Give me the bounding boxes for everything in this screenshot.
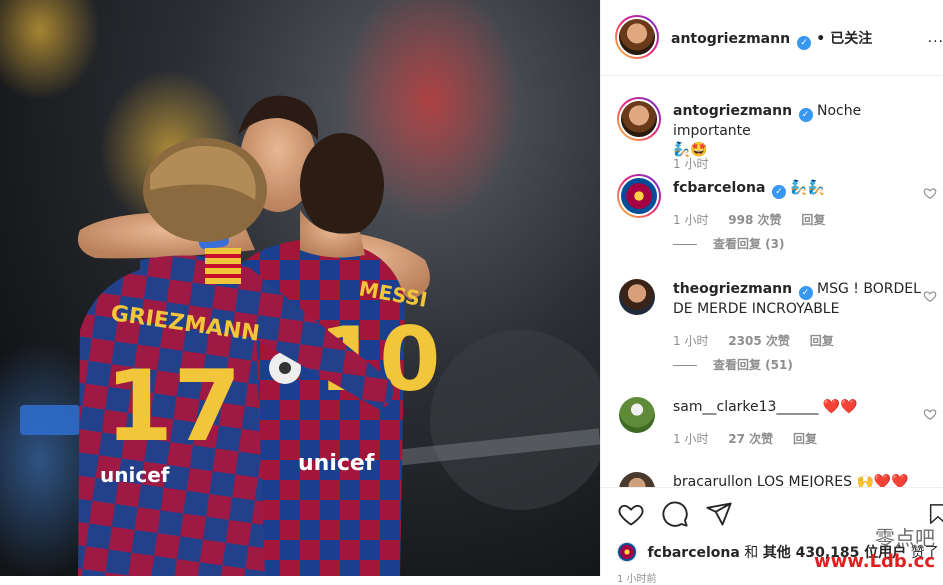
- view-replies-button[interactable]: 查看回复 (51): [673, 356, 793, 373]
- comment-avatar[interactable]: [619, 397, 655, 433]
- comment-text: 🧞🧞: [790, 180, 826, 196]
- post-timestamp[interactable]: 1 小时前: [617, 570, 657, 585]
- verified-badge-icon: ✓: [798, 286, 813, 300]
- instagram-post: 10 MESSI unicef 17 GRIEZMANN unicef anto…: [0, 0, 943, 585]
- share-send-icon[interactable]: [705, 500, 733, 528]
- site-watermark: 零点吧 www.Ldb.cc: [814, 522, 935, 572]
- sponsor-left: unicef: [100, 463, 170, 487]
- watermark-line2: www.Ldb.cc: [814, 551, 935, 572]
- like-heart-icon[interactable]: [617, 500, 645, 528]
- verified-badge-icon: ✓: [771, 185, 786, 199]
- like-comment-heart-icon[interactable]: [923, 186, 937, 200]
- comment-time[interactable]: 1 小时: [673, 432, 708, 446]
- comment-text: LOS MEJORES 🙌❤️❤️: [756, 474, 909, 487]
- post-header: antogriezmann ✓ • 已关注 ...: [601, 0, 943, 76]
- watermark-line1: 零点吧: [875, 526, 935, 550]
- comment-likes[interactable]: 998 次赞: [728, 213, 781, 227]
- author-username[interactable]: antogriezmann: [671, 31, 790, 47]
- replies-divider: [673, 244, 697, 245]
- header-separator: •: [816, 31, 826, 47]
- griezmann-number: 17: [105, 350, 241, 464]
- comments-list[interactable]: antogriezmann ✓ Noche importante 🧞🤩 1 小时…: [601, 77, 943, 487]
- comment-username[interactable]: fcbarcelona: [673, 180, 765, 196]
- comment-time[interactable]: 1 小时: [673, 334, 708, 348]
- post-side-panel: antogriezmann ✓ • 已关注 ... antogriezmann …: [600, 0, 943, 585]
- players-celebration-image: 10 MESSI unicef 17 GRIEZMANN unicef: [0, 0, 600, 576]
- replies-divider: [673, 365, 697, 366]
- liker-username[interactable]: fcbarcelona: [647, 545, 739, 561]
- comment-likes[interactable]: 27 次赞: [728, 432, 773, 446]
- comment-avatar[interactable]: [619, 279, 655, 315]
- comment-item: theogriezmann ✓ MSG ! BORDEL DE MERDE IN…: [617, 277, 937, 377]
- following-button[interactable]: 已关注: [830, 31, 872, 47]
- view-replies-button[interactable]: 查看回复 (3): [673, 235, 785, 252]
- verified-badge-icon: ✓: [798, 108, 813, 122]
- sponsor-right: unicef: [298, 451, 375, 476]
- reply-button[interactable]: 回复: [801, 213, 825, 227]
- comment-text: ❤️❤️: [822, 399, 858, 415]
- likes-conj: 和: [744, 545, 759, 561]
- author-avatar[interactable]: [615, 15, 659, 59]
- comment-item: sam__clarke13______ ❤️❤️ 1 小时 27 次赞 回复: [617, 395, 937, 455]
- caption-time[interactable]: 1 小时: [673, 157, 708, 171]
- comment-time[interactable]: 1 小时: [673, 213, 708, 227]
- reply-button[interactable]: 回复: [810, 334, 834, 348]
- view-replies-label: 查看回复 (51): [713, 358, 793, 372]
- caption-avatar[interactable]: [617, 97, 661, 141]
- comment-bubble-icon[interactable]: [661, 500, 689, 528]
- verified-badge-icon: ✓: [797, 36, 812, 50]
- comment-item: bracarullon LOS MEJORES 🙌❤️❤️: [617, 470, 937, 487]
- comment-avatar[interactable]: [617, 174, 661, 218]
- caption: antogriezmann ✓ Noche importante 🧞🤩 1 小时: [617, 97, 937, 177]
- more-options-icon[interactable]: ...: [928, 30, 943, 46]
- reply-button[interactable]: 回复: [793, 432, 817, 446]
- post-photo[interactable]: 10 MESSI unicef 17 GRIEZMANN unicef: [0, 0, 600, 576]
- comment-username[interactable]: sam__clarke13______: [673, 399, 818, 415]
- comment-item: fcbarcelona ✓ 🧞🧞 1 小时 998 次赞 回复 查看回复 (3): [617, 174, 937, 264]
- comment-likes[interactable]: 2305 次赞: [728, 334, 790, 348]
- view-replies-label: 查看回复 (3): [713, 237, 785, 251]
- like-comment-heart-icon[interactable]: [923, 407, 937, 421]
- comment-username[interactable]: theogriezmann: [673, 281, 792, 297]
- like-comment-heart-icon[interactable]: [923, 289, 937, 303]
- caption-username[interactable]: antogriezmann: [673, 103, 792, 119]
- comment-username[interactable]: bracarullon: [673, 474, 752, 487]
- liker-avatar[interactable]: [617, 542, 637, 562]
- comment-avatar[interactable]: [619, 472, 655, 487]
